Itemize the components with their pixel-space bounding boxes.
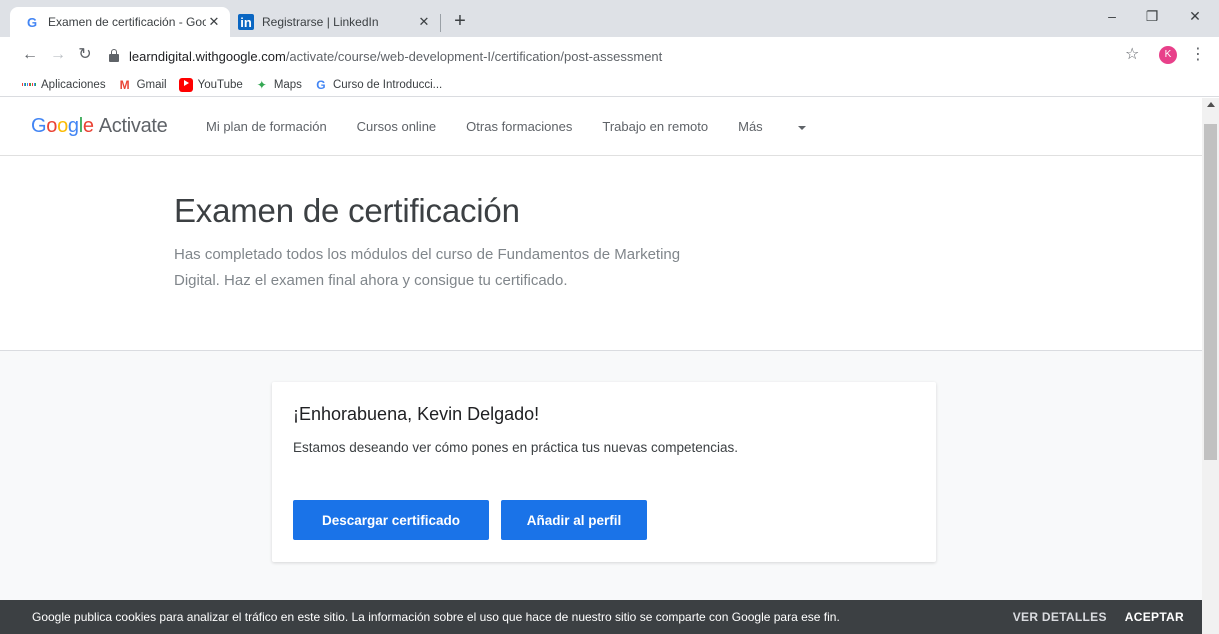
caret-down-icon (797, 125, 806, 130)
url-path: /activate/course/web-development-I/certi… (285, 48, 663, 64)
main-nav: Mi plan de formación Cursos online Otras… (206, 119, 836, 134)
nav-trabajo-remoto[interactable]: Trabajo en remoto (602, 119, 708, 134)
bookmark-aplicaciones[interactable]: Aplicaciones (21, 78, 106, 92)
bookmark-label: Maps (273, 78, 302, 91)
bookmark-label: YouTube (197, 78, 243, 91)
cookie-accept-button[interactable]: ACEPTAR (1125, 610, 1184, 624)
bookmark-gmail[interactable]: M Gmail (118, 78, 167, 92)
nav-mi-plan[interactable]: Mi plan de formación (206, 119, 327, 134)
browser-toolbar: ← → ↻ learndigital.withgoogle.com/activa… (0, 37, 1219, 73)
nav-cursos-online[interactable]: Cursos online (357, 119, 437, 134)
address-bar[interactable]: learndigital.withgoogle.com/activate/cou… (103, 44, 1148, 68)
apps-grid-icon (21, 78, 37, 92)
cookie-banner: Google publica cookies para analizar el … (0, 600, 1202, 634)
bookmark-youtube[interactable]: YouTube (178, 77, 243, 92)
google-activate-logo[interactable]: Google Activate (31, 115, 168, 138)
page-title: Examen de certificación (174, 192, 520, 229)
bookmark-curso-introduccion[interactable]: G Curso de Introducci... (314, 78, 442, 92)
bookmarks-bar: Aplicaciones M Gmail YouTube ✦ Maps G Cu… (0, 73, 1219, 97)
cookie-message: Google publica cookies para analizar el … (32, 610, 840, 624)
tab-strip: G Examen de certificación - Google ✕ in … (0, 0, 1219, 37)
nav-mas[interactable]: Más (738, 119, 806, 134)
google-g-icon: G (316, 77, 326, 92)
scroll-up-icon[interactable] (1207, 102, 1215, 107)
tab-examen-certificacion[interactable]: G Examen de certificación - Google ✕ (10, 7, 230, 37)
add-to-profile-button[interactable]: Añadir al perfil (501, 500, 647, 540)
close-window-button[interactable]: ✕ (1180, 8, 1210, 25)
menu-kebab-icon[interactable]: ⋮ (1190, 44, 1206, 64)
hero-section: Examen de certificación Has completado t… (0, 156, 1202, 351)
google-g-icon: G (26, 14, 38, 30)
forward-icon[interactable]: → (48, 45, 68, 65)
linkedin-icon: in (238, 14, 254, 30)
minimize-button[interactable]: – (1097, 8, 1127, 24)
reload-icon[interactable]: ↻ (75, 45, 95, 65)
maps-icon: ✦ (256, 77, 267, 92)
nav-mas-label: Más (738, 119, 763, 134)
page-viewport: Google Activate Mi plan de formación Curs… (0, 98, 1202, 634)
tab-close-icon[interactable]: ✕ (416, 14, 432, 30)
download-certificate-button[interactable]: Descargar certificado (293, 500, 489, 540)
congrats-text: Estamos deseando ver cómo pones en práct… (293, 440, 738, 455)
bookmark-maps[interactable]: ✦ Maps (255, 78, 302, 92)
nav-otras-formaciones[interactable]: Otras formaciones (466, 119, 572, 134)
bookmark-label: Aplicaciones (41, 78, 106, 91)
site-header: Google Activate Mi plan de formación Curs… (0, 98, 1202, 156)
cookie-details-button[interactable]: VER DETALLES (1013, 610, 1107, 624)
bookmark-star-icon[interactable]: ☆ (1125, 44, 1139, 64)
page-scrollbar[interactable] (1202, 98, 1219, 634)
bookmark-label: Curso de Introducci... (332, 78, 443, 91)
back-icon[interactable]: ← (20, 45, 40, 65)
lock-icon (109, 49, 119, 62)
tab-title: Examen de certificación - Google (48, 15, 206, 29)
tab-linkedin[interactable]: in Registrarse | LinkedIn ✕ (230, 7, 440, 37)
url-host: learndigital.withgoogle.com (129, 48, 286, 64)
tab-title: Registrarse | LinkedIn (262, 15, 379, 29)
maximize-button[interactable]: ❐ (1137, 8, 1167, 25)
bookmark-label: Gmail (136, 78, 167, 91)
profile-avatar[interactable]: K (1159, 46, 1177, 64)
new-tab-button[interactable]: + (449, 10, 471, 32)
congrats-card: ¡Enhorabuena, Kevin Delgado! Estamos des… (272, 382, 936, 562)
page-subtitle: Has completado todos los módulos del cur… (174, 246, 681, 289)
tab-close-icon[interactable]: ✕ (206, 14, 222, 30)
youtube-icon (178, 77, 193, 92)
congrats-heading: ¡Enhorabuena, Kevin Delgado! (293, 404, 540, 424)
tab-separator (440, 14, 441, 32)
scroll-thumb[interactable] (1204, 124, 1217, 460)
gmail-icon: M (119, 77, 130, 92)
